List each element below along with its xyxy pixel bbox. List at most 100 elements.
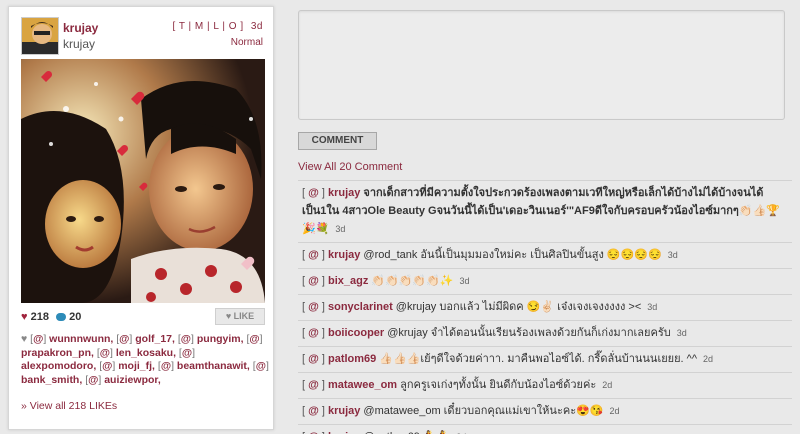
reply-at-button[interactable]: @ — [308, 249, 319, 261]
liker-bracket-close: ] — [259, 333, 263, 345]
liker-at: @ — [102, 360, 113, 373]
reply-at-button[interactable]: @ — [308, 275, 319, 287]
heart-icon: ♥ — [21, 311, 28, 323]
comment-bracket-close: ] — [321, 187, 325, 199]
comment-bracket-open: [ — [302, 327, 306, 339]
liker-name[interactable]: pungyim — [197, 333, 241, 345]
liker-bracket-close: ] — [192, 346, 196, 359]
like-button[interactable]: ♥ LIKE — [215, 308, 265, 325]
liker-name[interactable]: auiziewpor — [104, 374, 158, 386]
comment-username[interactable]: patlom69 — [328, 353, 376, 365]
comment-bubble-icon — [56, 313, 67, 321]
reply-at-button[interactable]: @ — [308, 379, 319, 391]
post-username[interactable]: krujay — [63, 21, 98, 35]
comment-bracket-close: ] — [321, 405, 325, 417]
post-fullname: krujay — [63, 37, 96, 51]
comments-list: [ @ ] krujay จากเด็กสาวที่มีความตั้งใจประก… — [298, 180, 792, 434]
liker-at: @ — [180, 333, 192, 345]
liker-item[interactable]: [@] len_kosaku — [97, 347, 173, 359]
comment-text: จากเด็กสาวที่มีความตั้งใจประกวดร้องเพลงต… — [302, 187, 780, 235]
liker-name[interactable]: golf_17 — [135, 333, 172, 345]
liker-name[interactable]: moji_fj — [118, 360, 152, 372]
comment-username[interactable]: boiicooper — [328, 327, 384, 339]
view-all-likes-link[interactable]: » View all 218 LIKEs — [21, 400, 117, 412]
comment-bracket-close: ] — [321, 301, 325, 313]
comment-username[interactable]: krujay — [328, 405, 360, 417]
comment-row: [ @ ] bix_agz 👏🏻👏🏻👏🏻👏🏻👏🏻✨ 3d — [298, 269, 792, 295]
liker-at: @ — [33, 333, 44, 345]
comment-username[interactable]: sonyclarinet — [328, 301, 393, 313]
reply-at-button[interactable]: @ — [308, 301, 319, 313]
comment-bracket-close: ] — [321, 379, 325, 391]
comment-row: [ @ ] boiicooper @krujay จำได้ตอนนั้นเรียน… — [298, 321, 792, 347]
comment-username[interactable]: matawee_om — [328, 379, 397, 391]
likers-heart-icon: ♥ — [21, 333, 31, 345]
comment-bracket-open: [ — [302, 405, 306, 417]
comment-bracket-open: [ — [302, 379, 306, 391]
liker-bracket-close: ] — [43, 333, 47, 345]
likes-count: 218 — [30, 311, 49, 323]
liker-at: @ — [249, 333, 260, 345]
comment-bracket-open: [ — [302, 301, 306, 313]
comment-row: [ @ ] patlom69 👍🏻👍🏻👍🏻เย้ๆดีใจด้วยค่าาา. มา… — [298, 347, 792, 373]
likers-list: ♥ [@] wunnnwunn, [@] golf_17, [@] pungyi… — [21, 333, 269, 387]
reply-at-button[interactable]: @ — [308, 187, 319, 199]
avatar[interactable] — [21, 17, 59, 55]
liker-name[interactable]: prapakron_pn — [21, 347, 91, 359]
reply-at-button[interactable]: @ — [308, 327, 319, 339]
comment-age: 2d — [609, 406, 620, 416]
comment-text: @rod_tank อันนี้เป็นมุมมองใหม่คะ เป็นศิล… — [363, 249, 662, 261]
comment-age: 3d — [647, 302, 658, 312]
comment-input[interactable] — [298, 10, 785, 120]
comment-bracket-open: [ — [302, 275, 306, 287]
liker-item[interactable]: [@] moji_fj — [99, 360, 152, 372]
liker-at: @ — [255, 360, 266, 373]
comment-row: [ @ ] matawee_om ลูกครูเจเก่งๆทั้งนั้น ยิน… — [298, 373, 792, 399]
liker-item[interactable]: [@] golf_17 — [116, 333, 172, 345]
comment-text: 👏🏻👏🏻👏🏻👏🏻👏🏻✨ — [371, 275, 454, 287]
liker-item[interactable]: [@] auiziewpor — [85, 374, 158, 386]
comment-age: 2d — [703, 354, 714, 364]
comment-bracket-open: [ — [302, 353, 306, 365]
comment-bracket-open: [ — [302, 249, 306, 261]
liker-bracket-close: ] — [98, 374, 102, 387]
comment-age: 3d — [676, 328, 687, 338]
comment-text: @krujay จำได้ตอนนั้นเรียนร้องเพลงด้วยกัน… — [387, 327, 671, 339]
liker-bracket-close: ] — [265, 360, 269, 373]
liker-name[interactable]: len_kosaku — [116, 347, 173, 359]
post-photo[interactable] — [21, 59, 265, 303]
liker-bracket-close: ] — [112, 360, 116, 373]
liker-at: @ — [181, 346, 193, 359]
comment-username[interactable]: krujay — [328, 187, 360, 199]
comment-row: [ @ ] krujay @matawee_om เดี๋ยวบอกคุณแม่เข… — [298, 399, 792, 425]
reply-at-button[interactable]: @ — [308, 353, 319, 365]
comment-row: [ @ ] krujay จากเด็กสาวที่มีความตั้งใจประก… — [298, 180, 792, 243]
view-size-options[interactable]: [ T | M | L | O ] — [172, 21, 243, 32]
liker-name[interactable]: beamthanawit — [177, 360, 247, 372]
comment-age: 3d — [667, 250, 678, 260]
like-heart-icon: ♥ — [225, 311, 232, 321]
comment-row: [ @ ]krujay@patlom69 💃💃2d — [298, 425, 792, 434]
view-all-comments-link[interactable]: View All 20 Comment — [298, 161, 402, 173]
comment-bracket-close: ] — [321, 353, 325, 365]
liker-name[interactable]: wunnnwunn — [49, 333, 110, 345]
comment-text: 👍🏻👍🏻👍🏻เย้ๆดีใจด้วยค่าาา. มาคืนพอไอซ์ได้.… — [379, 353, 697, 365]
liker-name[interactable]: bank_smith — [21, 374, 79, 386]
liker-bracket-close: ] — [191, 333, 194, 345]
reply-at-button[interactable]: @ — [308, 405, 319, 417]
comment-button[interactable]: COMMENT — [298, 132, 377, 150]
comment-username[interactable]: krujay — [328, 249, 360, 261]
comments-count: 20 — [69, 311, 82, 323]
comment-text: ลูกครูเจเก่งๆทั้งนั้น ยินดีกับน้องไอซ์ด้… — [400, 379, 597, 391]
comment-text: @matawee_om เดี๋ยวบอกคุณแม่เขาให้นะคะ😍😘 — [363, 405, 604, 417]
liker-item[interactable]: [@] wunnnwunn — [30, 333, 110, 345]
comment-bracket-close: ] — [321, 275, 325, 287]
post-stats: ♥ 218 20 ♥ LIKE — [21, 308, 265, 325]
liker-item[interactable]: [@] beamthanawit — [158, 360, 247, 372]
view-size-links[interactable]: [ T | M | L | O ] 3d — [172, 21, 263, 32]
liker-name[interactable]: alexpomodoro — [21, 360, 93, 372]
comment-username[interactable]: bix_agz — [328, 275, 368, 287]
like-button-label: LIKE — [233, 311, 255, 321]
liker-item[interactable]: [@] pungyim — [178, 333, 241, 345]
liker-at: @ — [99, 346, 111, 359]
